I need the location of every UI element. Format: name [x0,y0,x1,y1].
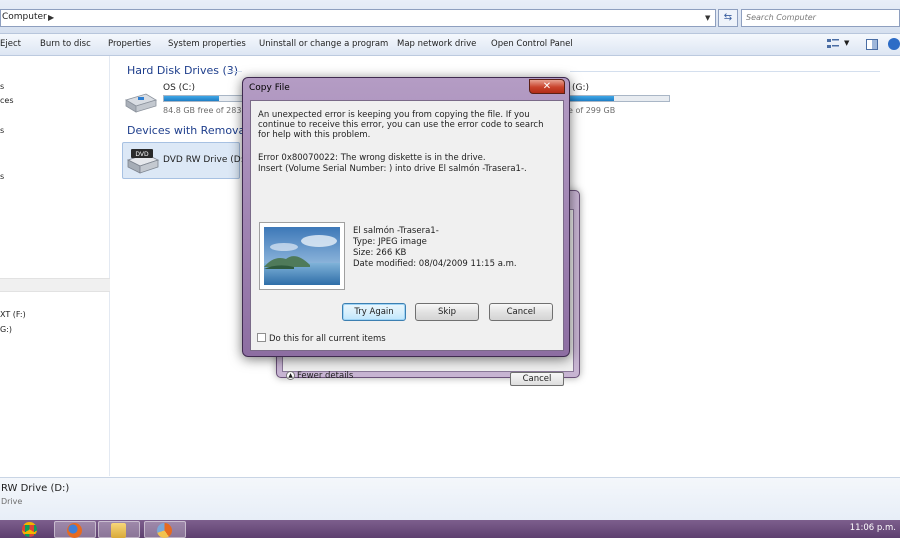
system-properties-button[interactable]: System properties [168,39,246,49]
apply-all-row[interactable]: Do this for all current items [257,333,386,344]
dvd-drive-item[interactable]: DVD DVD RW Drive (D:) [122,142,247,179]
system-clock[interactable]: 11:06 p.m. [850,523,896,533]
try-again-button[interactable]: Try Again [342,303,406,321]
details-item-name: RW Drive (D:) [1,483,70,494]
drive-g-capacity-fill [569,96,614,101]
hard-drive-icon [125,93,157,113]
eject-button[interactable]: Eject [0,39,21,49]
drive-c-capacity-fill [164,96,219,101]
file-date: Date modified: 08/04/2009 11:15 a.m. [353,259,517,269]
group-divider [570,71,880,72]
address-field[interactable]: Computer ▶ ▼ [0,9,716,27]
dvd-drive-icon: DVD [126,149,160,174]
taskbar-chrome-button[interactable] [10,521,52,538]
search-input[interactable]: Search Computer [741,9,900,27]
help-icon[interactable] [888,38,900,50]
taskbar: 11:06 p.m. [0,520,900,538]
map-network-drive-button[interactable]: Map network drive [397,39,476,49]
error-message: An unexpected error is keeping you from … [258,110,544,140]
fewer-details-toggle[interactable]: ▲ Fewer details [286,371,353,381]
apply-all-label[interactable]: Do this for all current items [269,334,386,344]
taskbar-firefox-button[interactable] [54,521,96,538]
copy-file-dialog: Copy File ✕ An unexpected error is keepi… [242,77,570,357]
file-size: Size: 266 KB [353,248,407,258]
chrome-icon [22,522,37,537]
nav-item-g-drive[interactable]: G:) [0,325,12,334]
details-item-type: Drive [1,497,23,506]
taskbar-copy-button[interactable] [144,521,186,538]
drive-g-capacity-bar [568,95,670,102]
navigation-pane: s ces s s XT (F:) G:) [0,56,110,476]
group-divider [228,71,242,72]
refresh-button[interactable]: ⇆ [718,9,738,27]
uninstall-program-button[interactable]: Uninstall or change a program [259,39,388,49]
folder-icon [111,523,126,538]
apply-all-checkbox[interactable] [257,333,266,342]
cancel-button[interactable]: Cancel [489,303,553,321]
chevron-up-icon: ▲ [286,371,295,380]
copy-progress-icon [157,523,172,538]
address-dropdown-icon[interactable]: ▼ [705,14,710,22]
nav-item[interactable]: ces [0,96,14,105]
landscape-image-icon [264,227,340,285]
nav-selected-row[interactable] [0,278,110,292]
command-bar: Eject Burn to disc Properties System pro… [0,34,900,56]
close-icon: ✕ [542,81,552,92]
burn-to-disc-button[interactable]: Burn to disc [40,39,91,49]
breadcrumb-arrow-icon[interactable]: ▶ [48,13,54,22]
details-pane: RW Drive (D:) Drive [0,477,900,520]
dialog-title: Copy File [249,83,290,93]
preview-pane-icon[interactable] [866,39,878,50]
address-path[interactable]: Computer [2,12,47,22]
file-name: El salmón -Trasera1- [353,226,439,236]
drive-g-name[interactable]: (G:) [572,83,589,93]
firefox-icon [67,523,82,538]
progress-cancel-button[interactable]: Cancel [510,372,564,386]
drive-c-capacity-bar [163,95,243,102]
fewer-details-label: Fewer details [297,371,354,381]
close-button[interactable]: ✕ [529,79,565,94]
file-thumbnail [259,222,345,290]
drive-c-name[interactable]: OS (C:) [163,83,195,93]
change-view-icon[interactable] [827,39,839,49]
dialog-body: An unexpected error is keeping you from … [250,100,564,351]
dvd-drive-name: DVD RW Drive (D:) [163,155,248,165]
view-dropdown-icon[interactable]: ▼ [844,39,849,47]
skip-button[interactable]: Skip [415,303,479,321]
search-placeholder: Search Computer [746,13,816,22]
drive-g-free-space: e of 299 GB [568,106,616,115]
nav-item[interactable]: s [0,172,4,181]
nav-item-f-drive[interactable]: XT (F:) [0,310,26,319]
error-code: Error 0x80070022: The wrong diskette is … [258,153,486,163]
insert-instruction: Insert (Volume Serial Number: ) into dri… [258,164,527,174]
taskbar-explorer-button[interactable] [98,521,140,538]
file-type: Type: JPEG image [353,237,427,247]
hard-disk-group-header[interactable]: Hard Disk Drives (3) [127,64,238,77]
open-control-panel-button[interactable]: Open Control Panel [491,39,573,49]
nav-item[interactable]: s [0,82,4,91]
drive-c-free-space: 84.8 GB free of 283 G [163,106,251,115]
properties-button[interactable]: Properties [108,39,151,49]
address-toolbar: Computer ▶ ▼ ⇆ Search Computer [0,0,900,34]
nav-item[interactable]: s [0,126,4,135]
dvd-icon-label: DVD [135,151,149,158]
